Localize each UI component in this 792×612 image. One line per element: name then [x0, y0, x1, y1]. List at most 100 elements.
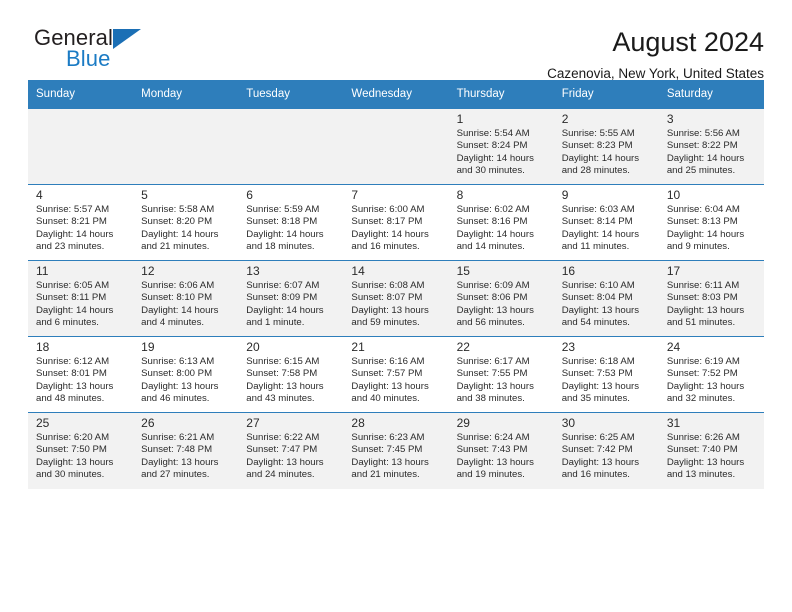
calendar-day-cell[interactable]: 24 Sunrise: 6:19 AM Sunset: 7:52 PM Dayl… — [658, 336, 764, 413]
daylight-text-line2: and 30 minutes. — [36, 469, 105, 481]
sunset-text: Sunset: 7:43 PM — [456, 444, 528, 456]
calendar-day-cell[interactable]: 2 Sunrise: 5:55 AM Sunset: 8:23 PM Dayli… — [553, 108, 659, 185]
calendar-page: General Blue August 2024 Cazenovia, New … — [0, 0, 792, 612]
day-number: 31 — [666, 416, 681, 430]
daylight-text-line2: and 1 minute. — [246, 317, 305, 329]
daylight-text-line2: and 32 minutes. — [666, 393, 736, 405]
daylight-text-line1: Daylight: 14 hours — [456, 152, 534, 164]
calendar-day-cell[interactable]: 21 Sunrise: 6:16 AM Sunset: 7:57 PM Dayl… — [343, 336, 449, 413]
calendar-day-cell[interactable]: 29 Sunrise: 6:24 AM Sunset: 7:43 PM Dayl… — [448, 412, 554, 489]
day-number: 17 — [666, 264, 681, 278]
calendar-day-cell[interactable]: 10 Sunrise: 6:04 AM Sunset: 8:13 PM Dayl… — [658, 184, 764, 261]
calendar-day-cell[interactable]: 31 Sunrise: 6:26 AM Sunset: 7:40 PM Dayl… — [658, 412, 764, 489]
day-details: Sunrise: 6:17 AM Sunset: 7:55 PM Dayligh… — [457, 356, 548, 406]
daylight-text-line2: and 9 minutes. — [666, 241, 730, 253]
day-number: 25 — [36, 416, 50, 430]
sunset-text: Sunset: 8:04 PM — [561, 292, 633, 304]
weekday-header-wednesday: Wednesday — [343, 80, 449, 109]
calendar-day-cell[interactable]: 8 Sunrise: 6:02 AM Sunset: 8:16 PM Dayli… — [448, 184, 554, 261]
daylight-text-line1: Daylight: 14 hours — [666, 152, 745, 164]
daylight-text-line1: Daylight: 14 hours — [36, 228, 114, 240]
sunrise-text: Sunrise: 6:10 AM — [561, 280, 635, 291]
daylight-text-line2: and 23 minutes. — [36, 241, 105, 253]
calendar-day-cell[interactable]: 25 Sunrise: 6:20 AM Sunset: 7:50 PM Dayl… — [28, 412, 134, 489]
daylight-text-line2: and 27 minutes. — [141, 469, 210, 481]
daylight-text-line2: and 43 minutes. — [246, 393, 315, 405]
calendar-day-cell[interactable]: 27 Sunrise: 6:22 AM Sunset: 7:47 PM Dayl… — [238, 412, 344, 489]
day-number: 6 — [246, 188, 253, 202]
daylight-text-line1: Daylight: 14 hours — [141, 228, 219, 240]
daylight-text-line1: Daylight: 13 hours — [351, 456, 429, 468]
daylight-text-line1: Daylight: 13 hours — [666, 304, 745, 316]
calendar-day-cell[interactable]: 1 Sunrise: 5:54 AM Sunset: 8:24 PM Dayli… — [448, 108, 554, 185]
calendar-day-cell[interactable]: 20 Sunrise: 6:15 AM Sunset: 7:58 PM Dayl… — [238, 336, 344, 413]
calendar-day-cell[interactable]: 5 Sunrise: 5:58 AM Sunset: 8:20 PM Dayli… — [133, 184, 239, 261]
calendar-day-cell[interactable]: 12 Sunrise: 6:06 AM Sunset: 8:10 PM Dayl… — [133, 260, 239, 337]
calendar-week-row: 4 Sunrise: 5:57 AM Sunset: 8:21 PM Dayli… — [28, 184, 764, 261]
sunset-text: Sunset: 8:10 PM — [141, 292, 213, 304]
day-number: 21 — [351, 340, 365, 354]
day-number: 28 — [351, 416, 365, 430]
day-number: 7 — [351, 188, 359, 202]
calendar-day-cell[interactable]: 19 Sunrise: 6:13 AM Sunset: 8:00 PM Dayl… — [133, 336, 239, 413]
daylight-text-line1: Daylight: 13 hours — [141, 456, 219, 468]
daylight-text-line2: and 56 minutes. — [456, 317, 525, 329]
sunset-text: Sunset: 8:11 PM — [36, 292, 107, 304]
day-number: 26 — [141, 416, 155, 430]
daylight-text-line2: and 16 minutes. — [561, 469, 630, 481]
calendar-day-cell[interactable]: 13 Sunrise: 6:07 AM Sunset: 8:09 PM Dayl… — [238, 260, 344, 337]
day-number: 14 — [351, 264, 365, 278]
sunrise-text: Sunrise: 6:13 AM — [141, 356, 215, 367]
calendar-day-cell — [343, 108, 449, 185]
sunrise-text: Sunrise: 6:03 AM — [561, 204, 635, 215]
calendar-day-cell[interactable]: 18 Sunrise: 6:12 AM Sunset: 8:01 PM Dayl… — [28, 336, 134, 413]
sunset-text: Sunset: 7:45 PM — [351, 444, 423, 456]
calendar-day-cell[interactable]: 26 Sunrise: 6:21 AM Sunset: 7:48 PM Dayl… — [133, 412, 239, 489]
day-details: Sunrise: 6:04 AM Sunset: 8:13 PM Dayligh… — [667, 204, 758, 254]
sunrise-text: Sunrise: 5:57 AM — [36, 204, 110, 215]
calendar-day-cell[interactable]: 3 Sunrise: 5:56 AM Sunset: 8:22 PM Dayli… — [658, 108, 764, 185]
daylight-text-line2: and 28 minutes. — [561, 165, 630, 177]
daylight-text-line2: and 25 minutes. — [666, 165, 736, 177]
daylight-text-line1: Daylight: 13 hours — [36, 380, 114, 392]
weekday-header-monday: Monday — [133, 80, 239, 109]
sunset-text: Sunset: 7:50 PM — [36, 444, 107, 456]
calendar-day-cell[interactable]: 7 Sunrise: 6:00 AM Sunset: 8:17 PM Dayli… — [343, 184, 449, 261]
daylight-text-line1: Daylight: 14 hours — [561, 228, 640, 240]
calendar-day-cell[interactable]: 9 Sunrise: 6:03 AM Sunset: 8:14 PM Dayli… — [553, 184, 659, 261]
calendar-day-cell[interactable]: 23 Sunrise: 6:18 AM Sunset: 7:53 PM Dayl… — [553, 336, 659, 413]
daylight-text-line1: Daylight: 14 hours — [456, 228, 534, 240]
calendar-day-cell[interactable]: 30 Sunrise: 6:25 AM Sunset: 7:42 PM Dayl… — [553, 412, 659, 489]
daylight-text-line2: and 4 minutes. — [141, 317, 205, 329]
day-number: 1 — [456, 112, 464, 126]
calendar-day-cell[interactable]: 28 Sunrise: 6:23 AM Sunset: 7:45 PM Dayl… — [343, 412, 449, 489]
calendar-day-cell[interactable]: 15 Sunrise: 6:09 AM Sunset: 8:06 PM Dayl… — [448, 260, 554, 337]
calendar-day-cell[interactable]: 17 Sunrise: 6:11 AM Sunset: 8:03 PM Dayl… — [658, 260, 764, 337]
calendar-day-cell[interactable]: 14 Sunrise: 6:08 AM Sunset: 8:07 PM Dayl… — [343, 260, 449, 337]
brand-logo[interactable]: General Blue — [28, 26, 204, 78]
calendar-day-cell[interactable]: 4 Sunrise: 5:57 AM Sunset: 8:21 PM Dayli… — [28, 184, 134, 261]
sunrise-text: Sunrise: 6:25 AM — [561, 432, 635, 443]
calendar-day-cell[interactable]: 22 Sunrise: 6:17 AM Sunset: 7:55 PM Dayl… — [448, 336, 554, 413]
calendar-day-cell[interactable]: 6 Sunrise: 5:59 AM Sunset: 8:18 PM Dayli… — [238, 184, 344, 261]
page-subtitle: Cazenovia, New York, United States — [547, 66, 764, 81]
day-details: Sunrise: 5:58 AM Sunset: 8:20 PM Dayligh… — [141, 204, 232, 254]
calendar-day-cell[interactable]: 11 Sunrise: 6:05 AM Sunset: 8:11 PM Dayl… — [28, 260, 134, 337]
sunset-text: Sunset: 7:40 PM — [666, 444, 738, 456]
day-number: 23 — [561, 340, 576, 354]
sunset-text: Sunset: 8:07 PM — [351, 292, 423, 304]
calendar-week-row: 25 Sunrise: 6:20 AM Sunset: 7:50 PM Dayl… — [28, 412, 764, 489]
sunset-text: Sunset: 8:22 PM — [666, 140, 738, 152]
weekday-header-friday: Friday — [553, 80, 659, 109]
daylight-text-line1: Daylight: 14 hours — [36, 304, 114, 316]
sunset-text: Sunset: 8:01 PM — [36, 368, 107, 380]
day-details: Sunrise: 6:02 AM Sunset: 8:16 PM Dayligh… — [457, 204, 548, 254]
sunrise-text: Sunrise: 6:24 AM — [456, 432, 530, 443]
sunset-text: Sunset: 8:23 PM — [561, 140, 633, 152]
day-number: 16 — [561, 264, 576, 278]
sunrise-text: Sunrise: 6:22 AM — [246, 432, 320, 443]
calendar-day-cell[interactable]: 16 Sunrise: 6:10 AM Sunset: 8:04 PM Dayl… — [553, 260, 659, 337]
day-number: 8 — [456, 188, 464, 202]
sunset-text: Sunset: 7:47 PM — [246, 444, 318, 456]
day-number: 20 — [246, 340, 260, 354]
